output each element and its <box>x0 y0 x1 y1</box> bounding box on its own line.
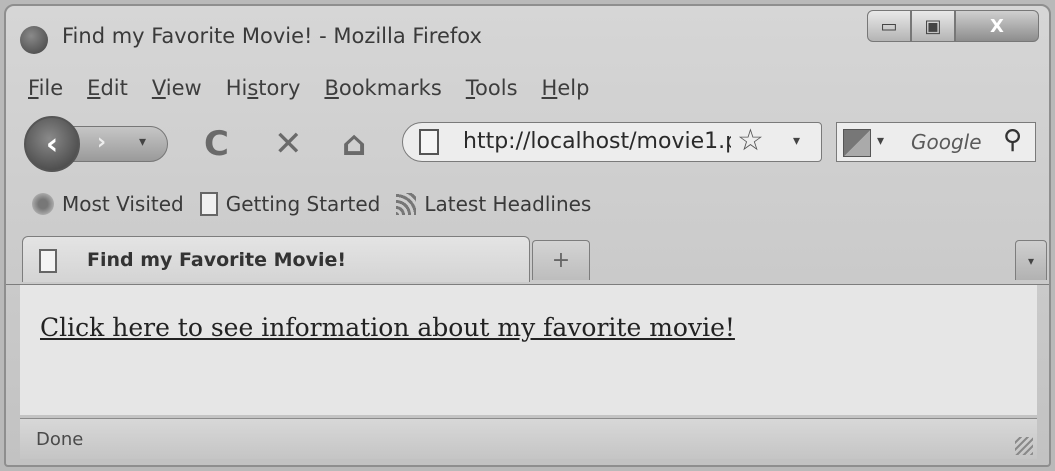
page-icon <box>199 192 218 216</box>
page-icon <box>419 129 439 155</box>
resize-grip-icon[interactable] <box>1015 437 1033 455</box>
back-arrow-icon: ‹ <box>45 126 59 162</box>
bookmark-star-icon[interactable]: ☆ <box>737 123 764 158</box>
minimize-button[interactable]: ▭ <box>867 10 911 42</box>
menu-bookmarks[interactable]: Bookmarks <box>324 76 441 100</box>
search-input[interactable]: Google <box>911 130 982 154</box>
navigation-toolbar: › ▾ ‹ C ✕ ⌂ http://localhost/movie1.php … <box>6 110 1049 176</box>
window-title: Find my Favorite Movie! - Mozilla Firefo… <box>62 24 482 48</box>
most-visited-icon <box>32 193 54 215</box>
tab-list-button[interactable]: ▾ <box>1015 240 1047 280</box>
forward-arrow-icon: › <box>97 130 107 155</box>
bookmark-most-visited[interactable]: Most Visited <box>32 192 184 216</box>
title-bar[interactable]: Find my Favorite Movie! - Mozilla Firefo… <box>6 6 1049 62</box>
maximize-button[interactable]: ▣ <box>911 10 955 42</box>
bookmarks-toolbar: Most Visited Getting Started Latest Head… <box>32 186 597 222</box>
menu-tools[interactable]: Tools <box>466 76 518 100</box>
menu-history[interactable]: History <box>226 76 301 100</box>
tab-title: Find my Favorite Movie! <box>87 249 347 271</box>
url-dropdown-icon[interactable]: ▾ <box>793 133 800 149</box>
plus-icon: + <box>551 248 571 273</box>
window-controls: ▭ ▣ X <box>867 10 1039 44</box>
page-content: Click here to see information about my f… <box>20 285 1037 415</box>
menu-help[interactable]: Help <box>542 76 590 100</box>
url-input[interactable]: http://localhost/movie1.php <box>463 129 731 154</box>
reload-icon[interactable]: C <box>204 124 229 164</box>
menu-view[interactable]: View <box>152 76 202 100</box>
status-bar: Done <box>20 418 1037 459</box>
firefox-icon <box>20 26 48 54</box>
tab-strip: Find my Favorite Movie! + ▾ <box>6 234 1049 285</box>
bookmark-latest-headlines[interactable]: Latest Headlines <box>396 192 591 216</box>
favorite-movie-link[interactable]: Click here to see information about my f… <box>40 313 735 342</box>
tab-active[interactable]: Find my Favorite Movie! <box>22 236 530 282</box>
back-button[interactable]: ‹ <box>24 116 80 172</box>
bookmark-getting-started[interactable]: Getting Started <box>199 192 380 216</box>
close-button[interactable]: X <box>955 10 1039 42</box>
stop-icon[interactable]: ✕ <box>274 124 303 164</box>
status-text: Done <box>36 429 84 450</box>
search-engine-icon[interactable] <box>843 129 871 157</box>
menu-file[interactable]: File <box>28 76 63 100</box>
new-tab-button[interactable]: + <box>532 240 590 280</box>
browser-window: Find my Favorite Movie! - Mozilla Firefo… <box>4 4 1051 467</box>
home-icon[interactable]: ⌂ <box>342 124 366 164</box>
menu-bar: File Edit View History Bookmarks Tools H… <box>28 76 589 100</box>
rss-icon <box>396 193 417 215</box>
history-dropdown-icon[interactable]: ▾ <box>139 134 146 150</box>
page-icon <box>39 249 57 273</box>
forward-button[interactable]: › ▾ <box>66 126 168 162</box>
search-engine-dropdown-icon[interactable]: ▾ <box>877 133 884 149</box>
chevron-down-icon: ▾ <box>1027 253 1035 268</box>
search-icon[interactable]: ⚲ <box>1003 125 1022 155</box>
url-bar[interactable]: http://localhost/movie1.php ☆ ▾ <box>402 122 822 162</box>
search-bar[interactable]: ▾ Google ⚲ <box>836 122 1036 162</box>
menu-edit[interactable]: Edit <box>87 76 128 100</box>
